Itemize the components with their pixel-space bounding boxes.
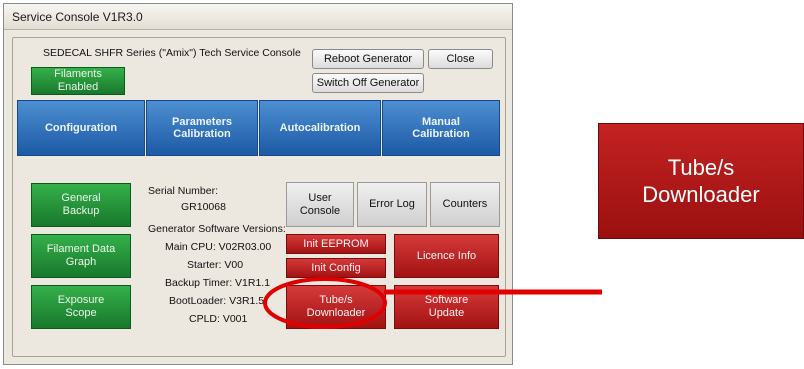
highlight-circle <box>263 277 387 329</box>
tube-downloader-zoom-callout: Tube/s Downloader <box>598 123 804 239</box>
